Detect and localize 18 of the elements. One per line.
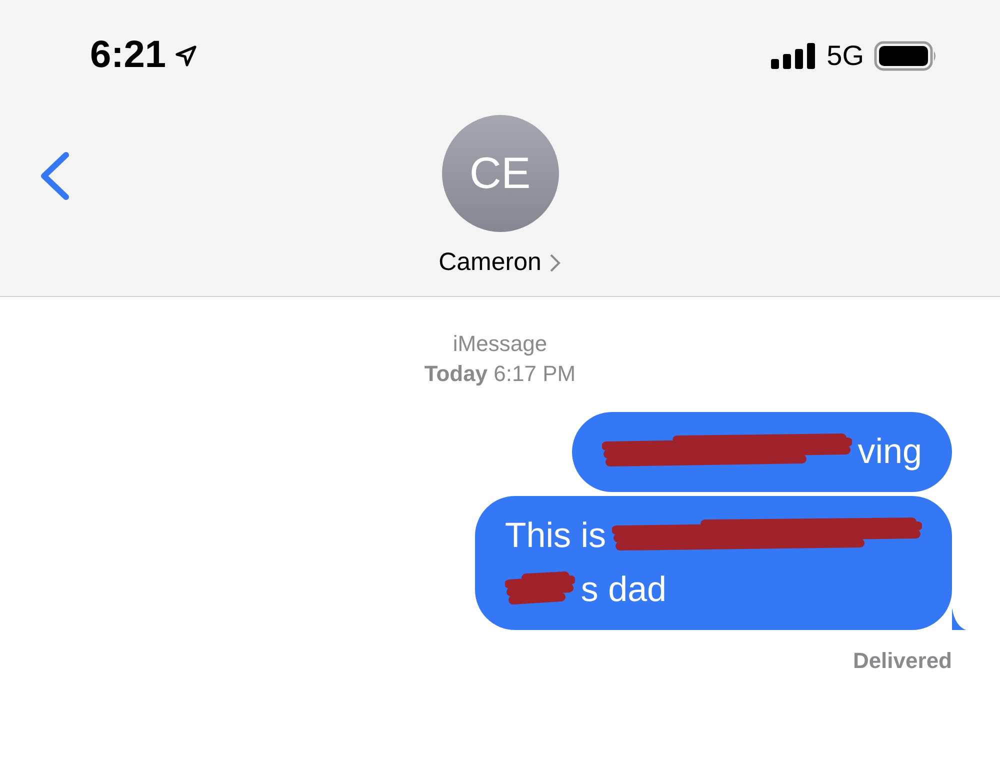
- back-chevron-icon[interactable]: [38, 151, 70, 201]
- message-text: s dad: [580, 568, 666, 611]
- message-bubble[interactable]: ving: [572, 412, 952, 492]
- chevron-right-icon: [549, 252, 562, 273]
- bubble-tail: [952, 608, 966, 630]
- signal-icon: [770, 42, 817, 68]
- battery-icon: [874, 40, 938, 70]
- message-text: ving: [858, 430, 922, 473]
- message-text: This is: [504, 514, 606, 557]
- network-label: 5G: [826, 38, 864, 72]
- clock-time: 6:21: [90, 33, 166, 78]
- message-bubble[interactable]: This is s dad: [474, 496, 952, 630]
- message-timestamp: Today 6:17 PM: [424, 360, 576, 388]
- contact-name[interactable]: Cameron: [438, 244, 542, 282]
- contact-avatar[interactable]: CE: [442, 115, 558, 232]
- location-arrow-icon: [174, 44, 198, 68]
- service-label: iMessage: [452, 330, 548, 358]
- delivery-status: Delivered: [852, 647, 952, 675]
